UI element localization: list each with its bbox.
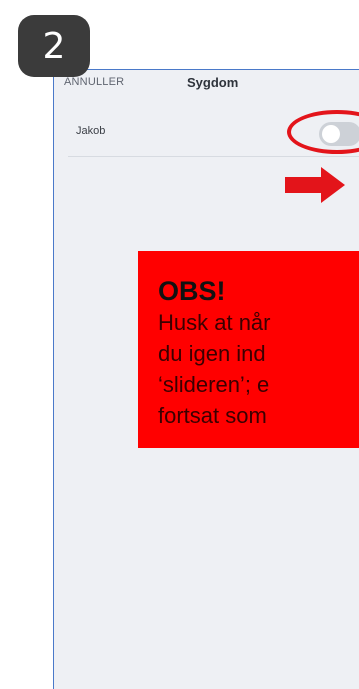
- child-name-label: Jakob: [76, 125, 106, 137]
- phone-screen: ANNULLER Sygdom Jakob OBS! Husk at når d…: [53, 69, 359, 689]
- toggle-highlight-ring: [287, 110, 359, 154]
- notice-line: fortsat som: [158, 403, 267, 428]
- notice-title: OBS!: [158, 276, 226, 306]
- notice-line: Husk at når: [158, 310, 271, 335]
- notice-box: OBS! Husk at når du igen ind ‘slideren’;…: [138, 251, 359, 448]
- page-title: Sygdom: [187, 75, 239, 90]
- notice-line: du igen ind: [158, 341, 266, 366]
- notice-line: ‘slideren’; e: [158, 372, 270, 397]
- cancel-button[interactable]: ANNULLER: [64, 76, 124, 88]
- step-badge: 2: [18, 15, 90, 77]
- row-divider: [68, 156, 359, 157]
- arrow-right-icon: [285, 167, 345, 203]
